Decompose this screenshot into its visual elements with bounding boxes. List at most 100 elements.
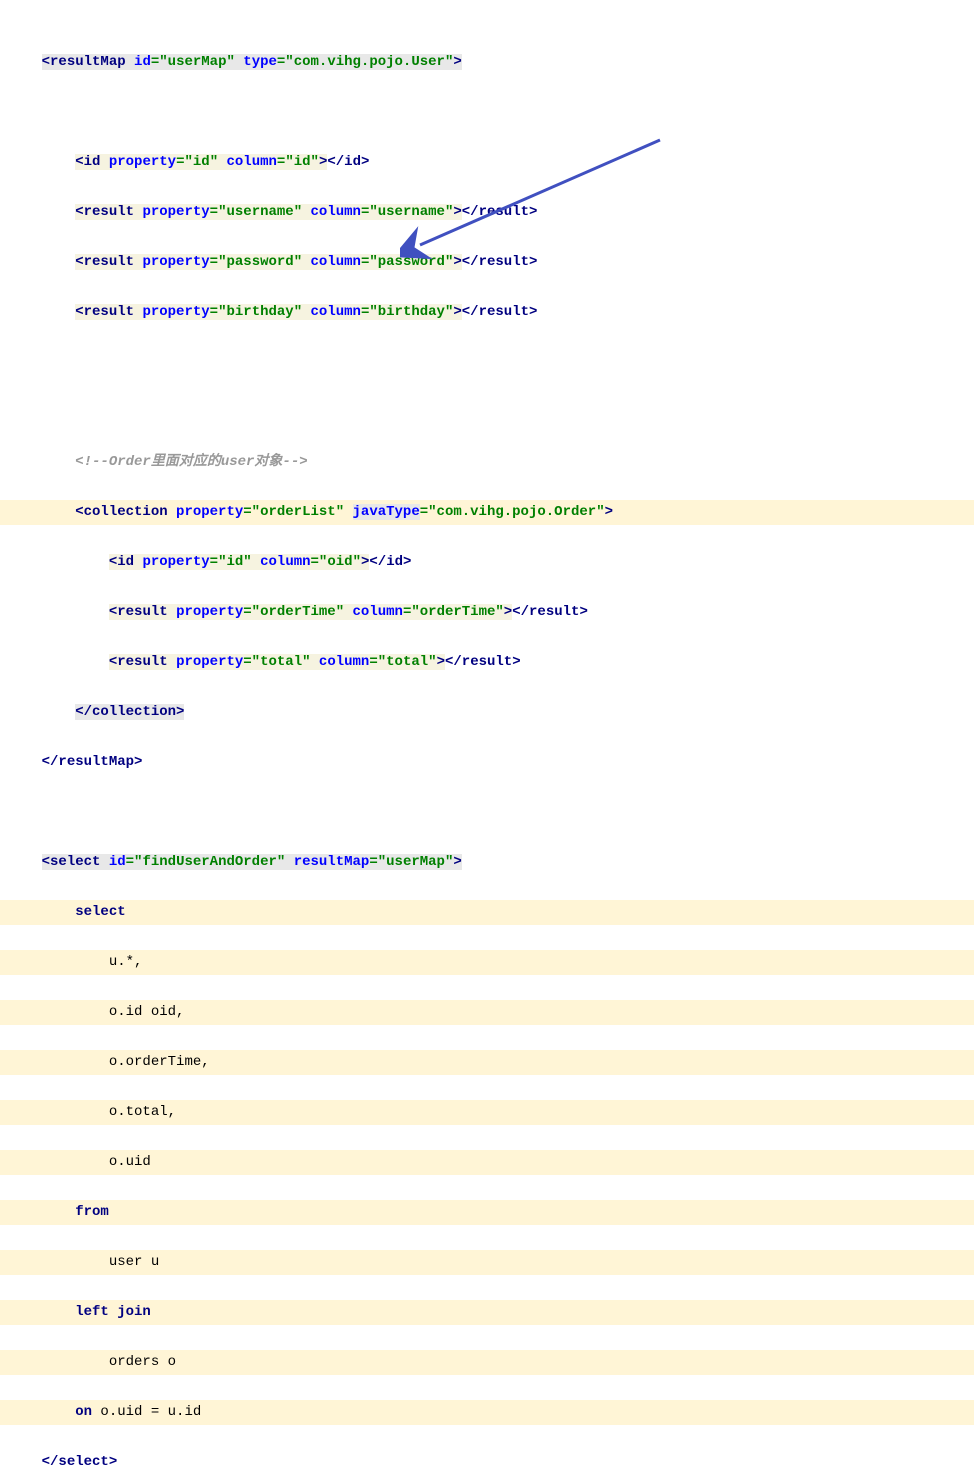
attr-value: id: [193, 154, 210, 170]
attr-name: type: [243, 54, 277, 70]
code-line: <id property="id" column="oid"></id>: [0, 550, 974, 575]
punct: =": [210, 304, 227, 320]
tag-name: result: [84, 204, 134, 220]
space: [344, 504, 352, 520]
attr-value: findUserAndOrder: [142, 854, 276, 870]
punct: =": [361, 254, 378, 270]
attr-name: property: [109, 154, 176, 170]
attr-name: id: [134, 54, 151, 70]
punct: ": [311, 154, 319, 170]
tag-close: >: [437, 654, 445, 670]
attr-name: property: [142, 204, 209, 220]
attr-name: column: [311, 204, 361, 220]
tag-open: <: [75, 154, 83, 170]
punct: =": [243, 604, 260, 620]
punct: =": [126, 854, 143, 870]
attr-value: password: [226, 254, 293, 270]
tag-name: result: [529, 604, 579, 620]
code-line: [0, 350, 974, 375]
punct: =": [403, 604, 420, 620]
punct: =": [369, 854, 386, 870]
punct: ": [495, 604, 503, 620]
tag-name: result: [479, 204, 529, 220]
punct: =": [210, 554, 227, 570]
tag-close: >: [529, 254, 537, 270]
tag-name: result: [84, 304, 134, 320]
tag-open: </: [369, 554, 386, 570]
space: [344, 604, 352, 620]
tag-name: result: [462, 654, 512, 670]
tag-close: >: [529, 304, 537, 320]
code-line: user u: [0, 1250, 974, 1275]
punct: ": [336, 604, 344, 620]
punct: =": [277, 154, 294, 170]
space: [100, 854, 108, 870]
tag-close: >: [579, 604, 587, 620]
tag-close: >: [176, 704, 184, 720]
punct: ": [428, 654, 436, 670]
attr-value: orderTime: [420, 604, 496, 620]
code-line: <result property="orderTime" column="ord…: [0, 600, 974, 625]
tag-open: <: [42, 854, 50, 870]
code-line: <result property="birthday" column="birt…: [0, 300, 974, 325]
space: [126, 54, 134, 70]
sql-keyword: select: [75, 904, 125, 920]
sql-text: u.*,: [109, 954, 143, 970]
code-line: <result property="username" column="user…: [0, 200, 974, 225]
tag-open: </: [445, 654, 462, 670]
tag-open: <: [75, 204, 83, 220]
tag-open: </: [512, 604, 529, 620]
attr-name: javaType: [353, 504, 420, 520]
sql-text: o.orderTime,: [109, 1054, 210, 1070]
space: [168, 604, 176, 620]
punct: =": [243, 654, 260, 670]
punct: ": [302, 654, 310, 670]
tag-open: </: [42, 754, 59, 770]
tag-open: <: [109, 654, 117, 670]
tag-close: >: [605, 504, 613, 520]
attr-name: property: [176, 654, 243, 670]
tag-close: >: [453, 304, 461, 320]
code-line: o.total,: [0, 1100, 974, 1125]
tag-close: >: [453, 204, 461, 220]
tag-open: </: [462, 254, 479, 270]
punct: =": [210, 204, 227, 220]
punct: =": [210, 254, 227, 270]
attr-name: column: [227, 154, 277, 170]
punct: =": [151, 54, 168, 70]
tag-name: collection: [92, 704, 176, 720]
punct: ": [445, 854, 453, 870]
attr-value: password: [378, 254, 445, 270]
tag-name: collection: [84, 504, 168, 520]
punct: =": [420, 504, 437, 520]
attr-name: column: [311, 304, 361, 320]
code-line: </select>: [0, 1450, 974, 1472]
tag-close: >: [134, 754, 142, 770]
code-line: on o.uid = u.id: [0, 1400, 974, 1425]
punct: ": [210, 154, 218, 170]
attr-value: id: [226, 554, 243, 570]
tag-name: select: [58, 1454, 108, 1470]
code-line: select: [0, 900, 974, 925]
attr-value: username: [226, 204, 293, 220]
attr-name: column: [319, 654, 369, 670]
tag-name: resultMap: [50, 54, 126, 70]
code-line: [0, 400, 974, 425]
attr-value: com.vihg.pojo.User: [294, 54, 445, 70]
sql-text: o.total,: [109, 1104, 176, 1120]
attr-name: column: [353, 604, 403, 620]
punct: =": [176, 154, 193, 170]
attr-name: id: [109, 854, 126, 870]
tag-open: </: [75, 704, 92, 720]
sql-text: orders o: [109, 1354, 176, 1370]
code-line: [0, 100, 974, 125]
code-line: </resultMap>: [0, 750, 974, 775]
tag-open: </: [327, 154, 344, 170]
tag-open: </: [462, 304, 479, 320]
tag-name: id: [117, 554, 134, 570]
sql-text: o.uid: [109, 1154, 151, 1170]
tag-name: result: [117, 654, 167, 670]
code-line: left join: [0, 1300, 974, 1325]
punct: ": [294, 204, 302, 220]
attr-value: oid: [327, 554, 352, 570]
